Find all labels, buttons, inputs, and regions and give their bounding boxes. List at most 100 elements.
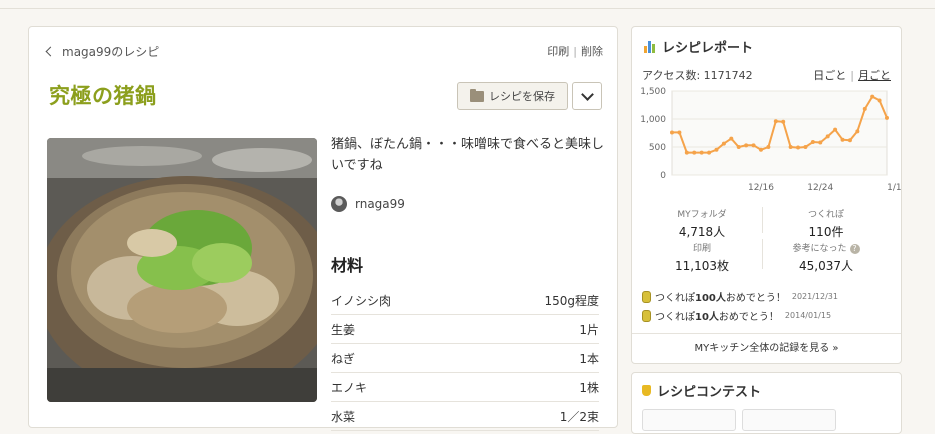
ingredient-qty: 1／2束 [559, 409, 599, 424]
access-data-point [773, 119, 778, 124]
achievement-date: 2014/01/15 [784, 311, 832, 320]
ingredient-row: 水菜 1／2束 [331, 402, 599, 431]
access-data-point [796, 145, 801, 150]
access-chart: 1,500 1,000 500 0 12/16 12/24 1/1 [640, 87, 901, 193]
medal-icon [642, 290, 651, 303]
ingredient-qty: 1本 [579, 351, 599, 366]
recipe-title: 究極の猪鍋 [49, 84, 157, 108]
period-day-link[interactable]: 日ごと [813, 69, 846, 82]
contest-title: レシピコンテスト [642, 381, 761, 400]
chevron-left-icon [45, 46, 56, 57]
print-link[interactable]: 印刷 [547, 45, 569, 58]
achievement-pre: つくれぽ [655, 293, 695, 304]
y-tick-label: 1,500 [640, 87, 666, 97]
ingredient-row: エノキ 1株 [331, 373, 599, 402]
recipe-card: maga99のレシピ 印刷 | 削除 究極の猪鍋 レシピを保存 猪鍋、ぼたん鍋・・・… [28, 26, 618, 431]
ingredient-name: 水菜 [331, 409, 356, 424]
access-data-point [699, 150, 704, 155]
trophy-icon [642, 385, 651, 396]
recipe-actions: 印刷 | 削除 [547, 43, 603, 59]
access-data-point [729, 136, 734, 141]
access-data-point [692, 150, 697, 155]
stat-label: 参考になった? [766, 241, 886, 254]
access-data-point [714, 147, 719, 152]
more-options-button[interactable] [572, 82, 602, 110]
contest-title-label: レシピコンテスト [657, 385, 762, 400]
period-month-link[interactable]: 月ごと [858, 69, 891, 82]
achievement-count: 100人 [695, 293, 726, 304]
period-toggle: 日ごと | 月ごと [813, 67, 891, 83]
access-data-point [840, 137, 845, 142]
stat-divider [762, 207, 763, 233]
author-name: rnaga99 [355, 197, 405, 211]
access-data-point [684, 150, 689, 155]
contest-entry[interactable] [742, 409, 836, 431]
ingredient-row: イノシシ肉 150g程度 [331, 286, 599, 315]
stat-label: MYフォルダ [677, 210, 727, 220]
bar-chart-icon [644, 40, 656, 53]
access-data-point [885, 115, 889, 120]
ingredient-name: 生姜 [331, 322, 356, 337]
delete-link[interactable]: 削除 [581, 45, 603, 58]
access-data-point [877, 98, 882, 103]
ingredient-name: ねぎ [331, 351, 356, 366]
y-tick-label: 1,000 [640, 115, 666, 125]
author[interactable]: rnaga99 [331, 196, 405, 212]
recipe-description: 猪鍋、ぼたん鍋・・・味噌味で食べると美味しいですね [331, 137, 605, 173]
save-recipe-button[interactable]: レシピを保存 [457, 82, 568, 110]
avatar [331, 196, 347, 212]
ingredient-row: 生姜 1片 [331, 315, 599, 344]
medal-icon [642, 309, 651, 322]
y-tick-label: 500 [649, 143, 666, 153]
access-data-point [736, 145, 741, 149]
report-title: レシピレポート [644, 37, 753, 56]
stat-divider [762, 239, 763, 269]
access-data-point [670, 130, 674, 135]
access-data-point [818, 140, 823, 145]
achievement-count: 10人 [695, 312, 719, 323]
stat-value: 11,103枚 [675, 259, 729, 273]
ingredient-name: イノシシ肉 [331, 293, 392, 308]
back-link[interactable]: maga99のレシピ [45, 43, 159, 60]
y-tick-label: 0 [660, 171, 666, 181]
stat-tsukurepo: つくれぽ 110件 [766, 207, 886, 240]
access-data-point [855, 129, 860, 134]
help-icon[interactable]: ? [849, 244, 860, 254]
stat-helpful: 参考になった? 45,037人 [766, 241, 886, 274]
achievement-item: つくれぽ 10人 おめでとう！ 2014/01/15 [642, 308, 831, 323]
achievement-date: 2021/12/31 [791, 292, 838, 301]
contest-entry[interactable] [642, 409, 736, 431]
stat-label-text: 参考になった [792, 244, 847, 254]
x-tick-label: 12/24 [807, 183, 833, 193]
access-data-point [744, 143, 749, 148]
access-data-point [677, 130, 682, 135]
action-separator: | [573, 45, 577, 58]
achievement-post: おめでとう！ [725, 293, 786, 304]
stat-value: 4,718人 [678, 225, 726, 239]
stat-label: つくれぽ [807, 210, 844, 220]
recipe-photo[interactable] [47, 138, 317, 402]
save-recipe-label: レシピを保存 [489, 90, 555, 103]
ingredient-name: エノキ [331, 380, 368, 395]
access-data-point [707, 150, 712, 155]
access-data-point [833, 127, 838, 132]
stat-value: 45,037人 [799, 259, 853, 273]
ingredient-qty: 1株 [579, 380, 599, 395]
folder-icon [470, 88, 484, 102]
stat-myfolder: MYフォルダ 4,718人 [642, 207, 762, 240]
achievement-item: つくれぽ 100人 おめでとう！ 2021/12/31 [642, 289, 838, 304]
access-data-point [825, 134, 830, 139]
access-data-point [870, 94, 875, 99]
access-data-point [788, 145, 793, 149]
access-data-point [766, 145, 771, 149]
access-data-point [810, 139, 815, 144]
my-kitchen-records-link[interactable]: MYキッチン全体の記録を見る » [632, 333, 901, 364]
x-tick-label: 12/16 [748, 183, 774, 193]
period-separator: | [850, 69, 854, 82]
access-count: アクセス数: 1171742 [642, 69, 753, 82]
recipe-contest-card: レシピコンテスト [631, 372, 902, 434]
hot-pot-image [47, 138, 317, 402]
access-data-point [803, 145, 808, 149]
stat-label: 印刷 [692, 244, 711, 254]
stat-value: 110件 [808, 225, 844, 239]
